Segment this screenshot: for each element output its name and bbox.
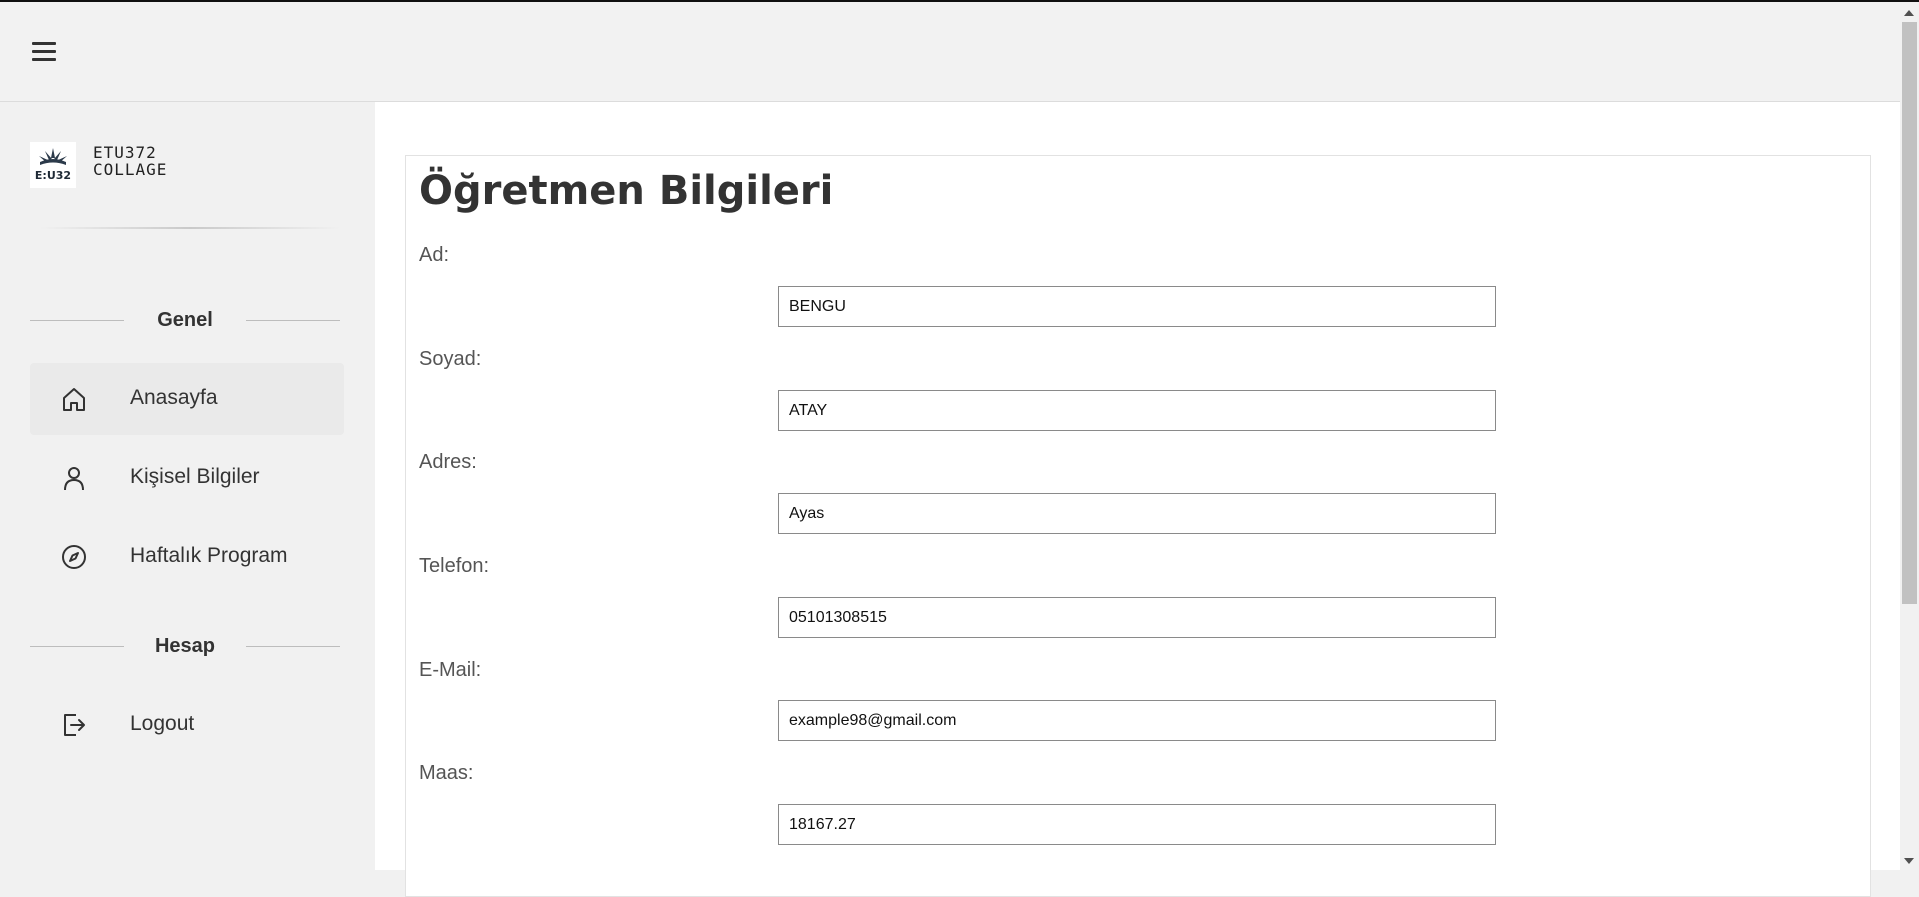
sidebar-item-label: Logout	[130, 712, 195, 735]
scroll-thumb[interactable]	[1902, 22, 1917, 604]
section-title-hesap: Hesap	[30, 635, 340, 657]
field-label-ad: Ad:	[419, 244, 450, 266]
sidebar-item-label: Kişisel Bilgiler	[130, 465, 260, 488]
field-label-adres: Adres:	[419, 451, 477, 473]
sidebar-item-anasayfa[interactable]: Anasayfa	[30, 363, 344, 435]
sidebar-item-label: Haftalık Program	[130, 544, 288, 567]
hamburger-menu-icon[interactable]	[32, 40, 58, 64]
page-title: Öğretmen Bilgileri	[419, 168, 834, 214]
field-label-maas: Maas:	[419, 762, 474, 784]
divider-line	[246, 320, 340, 321]
brand-name: ETU372 COLLAGE	[93, 144, 167, 178]
soyad-input[interactable]	[778, 390, 1496, 431]
home-icon	[63, 388, 85, 411]
sidebar: E:U32 ETU372 COLLAGE Genel Anasayfa Kişi…	[0, 102, 374, 870]
compass-icon	[62, 545, 86, 569]
scroll-up-arrow-icon[interactable]	[1904, 10, 1914, 16]
svg-text:E:U32: E:U32	[35, 169, 71, 182]
sidebar-item-kisisel-bilgiler[interactable]: Kişisel Bilgiler	[30, 442, 344, 514]
ad-input[interactable]	[778, 286, 1496, 327]
user-icon	[64, 467, 84, 491]
field-label-telefon: Telefon:	[419, 555, 490, 577]
teacher-info-card: Öğretmen Bilgileri Ad: Soyad: Adres: Tel…	[405, 155, 1871, 897]
section-title-genel: Genel	[30, 309, 340, 331]
logo-divider	[40, 227, 340, 229]
field-label-soyad: Soyad:	[419, 348, 482, 370]
logout-icon	[64, 714, 85, 736]
scroll-down-arrow-icon[interactable]	[1904, 858, 1914, 864]
brand-name-line2: COLLAGE	[93, 160, 168, 179]
brand-name-line1: ETU372	[93, 143, 157, 162]
main-content: Öğretmen Bilgileri Ad: Soyad: Adres: Tel…	[375, 102, 1900, 897]
field-label-email: E-Mail:	[419, 659, 482, 681]
divider-line	[246, 646, 340, 647]
top-bar	[0, 2, 1900, 102]
sidebar-item-haftalik-program[interactable]: Haftalık Program	[30, 521, 344, 593]
adres-input[interactable]	[778, 493, 1496, 534]
vertical-scrollbar[interactable]	[1900, 2, 1919, 870]
sidebar-item-label: Anasayfa	[130, 386, 218, 409]
maas-input[interactable]	[778, 804, 1496, 845]
telefon-input[interactable]	[778, 597, 1496, 638]
email-input[interactable]	[778, 700, 1496, 741]
sidebar-item-logout[interactable]: Logout	[30, 689, 344, 761]
brand-logo: E:U32	[30, 142, 76, 188]
